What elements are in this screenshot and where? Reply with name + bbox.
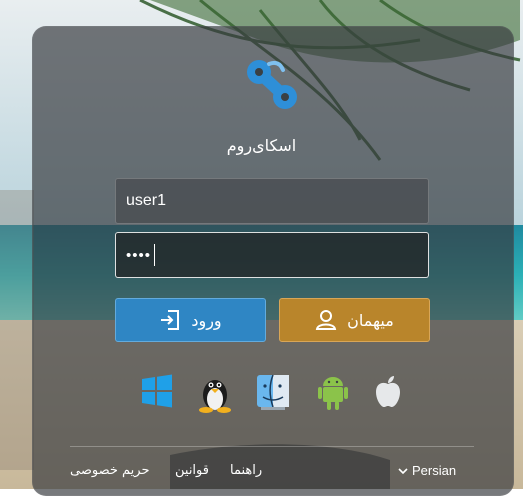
login-icon: [159, 309, 181, 331]
guest-button[interactable]: میهمان: [279, 298, 430, 342]
windows-icon[interactable]: [140, 373, 174, 413]
macos-finder-icon[interactable]: [255, 373, 291, 415]
privacy-link[interactable]: حریم خصوصی: [70, 463, 150, 478]
chevron-down-icon: [398, 463, 408, 478]
login-button[interactable]: ورود: [115, 298, 266, 342]
help-link[interactable]: راهنما: [230, 463, 262, 478]
password-value: ••••: [126, 246, 152, 264]
language-selector[interactable]: Persian: [398, 463, 456, 478]
linux-icon[interactable]: [197, 373, 233, 417]
app-title: اسکای‌روم: [226, 136, 297, 155]
apple-icon[interactable]: [374, 373, 402, 413]
language-label: Persian: [412, 463, 457, 478]
footer-divider: [70, 446, 474, 447]
skyroom-logo-icon: [245, 56, 301, 114]
guest-button-label: میهمان: [347, 310, 394, 330]
platform-downloads: [0, 373, 523, 417]
rules-link[interactable]: قوانین: [175, 463, 209, 478]
login-button-label: ورود: [191, 310, 222, 330]
username-value: user1: [126, 192, 167, 209]
android-icon[interactable]: [318, 373, 348, 415]
username-input[interactable]: user1: [115, 178, 429, 224]
user-icon: [315, 309, 337, 331]
password-input[interactable]: ••••: [115, 232, 429, 278]
text-caret: [154, 244, 156, 266]
